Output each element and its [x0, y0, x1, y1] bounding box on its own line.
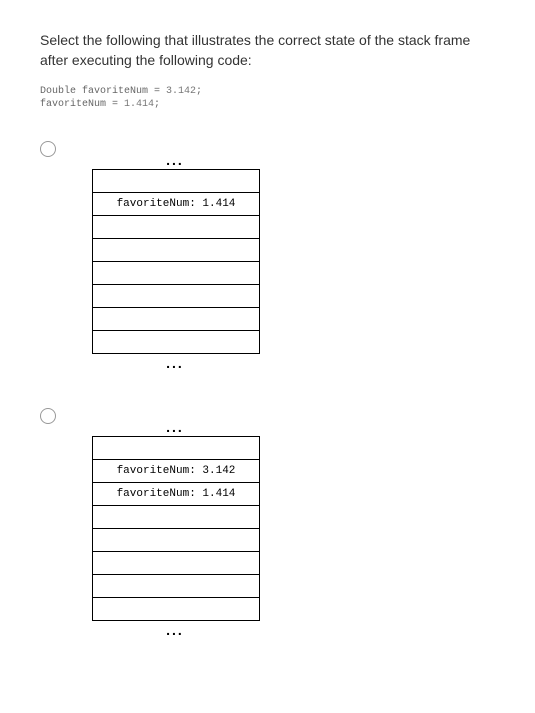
- table-row: favoriteNum: 1.414: [93, 483, 259, 506]
- stack-diagram-2: ... favoriteNum: 3.142 favoriteNum: 1.41…: [92, 418, 260, 639]
- table-row: [93, 262, 259, 285]
- radio-option-1[interactable]: [40, 141, 56, 157]
- option-1[interactable]: ... favoriteNum: 1.414 ...: [40, 139, 495, 372]
- table-row: [93, 170, 259, 193]
- question-text: Select the following that illustrates th…: [40, 30, 495, 71]
- table-row: [93, 239, 259, 262]
- radio-option-2[interactable]: [40, 408, 56, 424]
- stack-frame-2: favoriteNum: 3.142 favoriteNum: 1.414: [92, 436, 260, 621]
- table-row: [93, 575, 259, 598]
- table-row: [93, 529, 259, 552]
- table-row: favoriteNum: 3.142: [93, 460, 259, 483]
- ellipsis-top-2: ...: [92, 420, 258, 434]
- table-row: [93, 331, 259, 354]
- code-block: Double favoriteNum = 3.142; favoriteNum …: [40, 85, 495, 111]
- table-row: [93, 598, 259, 621]
- table-row: [93, 552, 259, 575]
- table-row: [93, 506, 259, 529]
- table-row: [93, 216, 259, 239]
- code-line2-val: 1.414: [124, 99, 154, 110]
- code-line2-post: ;: [154, 99, 160, 110]
- table-row: [93, 308, 259, 331]
- stack-frame-1: favoriteNum: 1.414: [92, 169, 260, 354]
- ellipsis-top-1: ...: [92, 153, 258, 167]
- code-line1-post: ;: [196, 86, 202, 97]
- option-2[interactable]: ... favoriteNum: 3.142 favoriteNum: 1.41…: [40, 406, 495, 639]
- ellipsis-bottom-1: ...: [92, 356, 258, 370]
- table-row: favoriteNum: 1.414: [93, 193, 259, 216]
- code-line1-val: 3.142: [166, 86, 196, 97]
- stack-diagram-1: ... favoriteNum: 1.414 ...: [92, 151, 260, 372]
- table-row: [93, 285, 259, 308]
- table-row: [93, 437, 259, 460]
- code-line1-pre: Double favoriteNum =: [40, 86, 166, 97]
- code-line2-pre: favoriteNum =: [40, 99, 124, 110]
